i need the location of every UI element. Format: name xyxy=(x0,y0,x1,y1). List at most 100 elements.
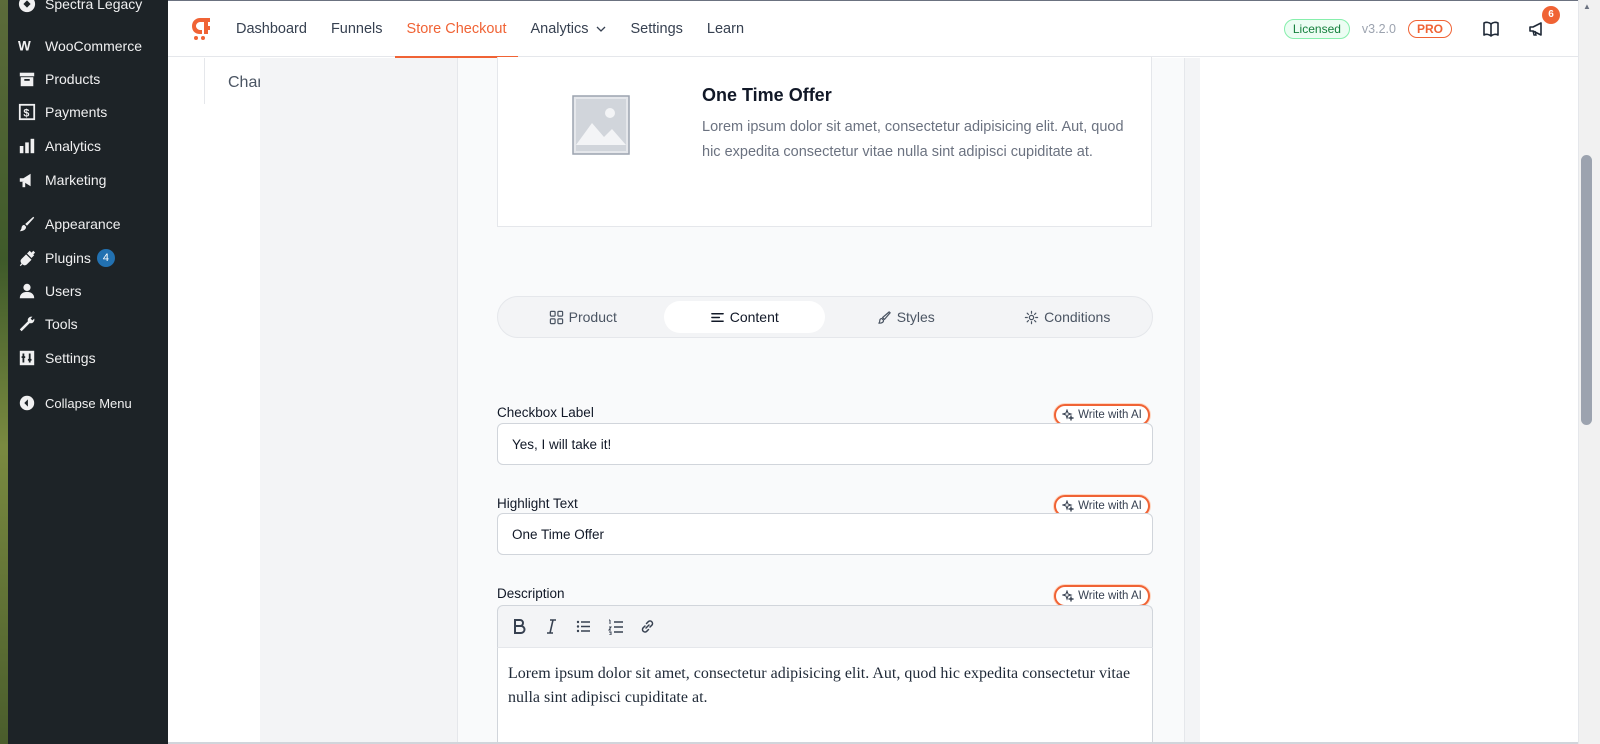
nav-analytics[interactable]: Analytics xyxy=(518,0,618,57)
wp-menu-appearance[interactable]: Appearance xyxy=(8,209,168,239)
tab-label: Styles xyxy=(896,309,935,325)
topbar-right: Licensed v3.2.0 PRO 6 xyxy=(1283,0,1560,57)
wp-admin-sidebar: Spectra Legacy W WooCommerce Products $ … xyxy=(8,0,168,744)
settings-icon xyxy=(17,348,37,368)
link-button[interactable] xyxy=(634,614,660,640)
italic-icon xyxy=(546,619,556,634)
wp-menu-payments[interactable]: $ Payments xyxy=(8,97,168,127)
numbered-list-icon xyxy=(607,619,623,635)
payments-icon: $ xyxy=(17,102,37,122)
chevron-down-icon xyxy=(596,26,605,32)
user-icon xyxy=(17,281,37,301)
bold-icon xyxy=(513,619,525,634)
ai-button-label: Write with AI xyxy=(1078,409,1142,421)
wp-menu-label: Products xyxy=(45,71,101,87)
tab-label: Product xyxy=(568,309,617,325)
settings-tabs: Product Content Styles Conditions xyxy=(497,296,1153,338)
svg-text:W: W xyxy=(18,39,31,54)
bar-chart-icon xyxy=(17,136,37,156)
app-topbar: Dashboard Funnels Store Checkout Analyti… xyxy=(168,0,1578,58)
tab-label: Content xyxy=(729,309,779,325)
ai-button-label: Write with AI xyxy=(1078,590,1142,602)
nav-funnels[interactable]: Funnels xyxy=(319,0,395,57)
version-text: v3.2.0 xyxy=(1361,21,1396,36)
nav-analytics-label: Analytics xyxy=(530,20,589,37)
docs-book-icon[interactable] xyxy=(1480,18,1502,40)
bullet-list-button[interactable] xyxy=(570,614,596,640)
tab-product[interactable]: Product xyxy=(502,301,664,333)
wrench-icon xyxy=(17,314,37,334)
highlight-text-field-label: Highlight Text xyxy=(497,496,578,511)
description-field-label: Description xyxy=(497,586,565,601)
wp-menu-products[interactable]: Products xyxy=(8,64,168,94)
offer-title: One Time Offer xyxy=(702,85,832,105)
align-left-icon xyxy=(710,312,724,322)
wp-menu-label: Payments xyxy=(45,104,108,120)
paintbrush-icon xyxy=(17,214,37,234)
scroll-up-arrow-icon[interactable]: ▲ xyxy=(1583,2,1591,11)
wp-menu-settings[interactable]: Settings xyxy=(8,343,168,373)
tab-conditions[interactable]: Conditions xyxy=(987,301,1149,333)
wp-menu-analytics[interactable]: Analytics xyxy=(8,131,168,161)
checkbox-label-input[interactable]: Yes, I will take it! xyxy=(497,423,1153,465)
wp-menu-marketing[interactable]: Marketing xyxy=(8,165,168,195)
image-placeholder-icon xyxy=(572,95,630,155)
nav-store-checkout[interactable]: Store Checkout xyxy=(394,0,519,58)
wp-menu-label: Users xyxy=(45,283,82,299)
nav-settings[interactable]: Settings xyxy=(619,0,695,57)
wp-menu-label: Appearance xyxy=(45,216,121,232)
bold-button[interactable] xyxy=(506,614,532,640)
rich-text-toolbar xyxy=(497,605,1153,647)
write-with-ai-button[interactable]: Write with AI xyxy=(1054,585,1150,607)
plugins-update-badge: 4 xyxy=(96,249,115,267)
wp-menu-label: Plugins xyxy=(45,250,91,266)
wp-menu-woocommerce[interactable]: W WooCommerce xyxy=(8,31,168,61)
sparkle-icon xyxy=(1062,590,1075,602)
bullet-list-icon xyxy=(576,620,590,633)
grid-icon xyxy=(549,310,563,324)
numbered-list-button[interactable] xyxy=(602,614,628,640)
wp-menu-users[interactable]: Users xyxy=(8,276,168,306)
description-editor[interactable]: Lorem ipsum dolor sit amet, consectetur … xyxy=(497,647,1153,744)
notification-count-badge: 6 xyxy=(1542,5,1560,24)
offer-preview-card: One Time Offer Lorem ipsum dolor sit ame… xyxy=(497,57,1152,227)
checkbox-label-field-label: Checkbox Label xyxy=(497,405,594,420)
wp-menu-tools[interactable]: Tools xyxy=(8,309,168,339)
pro-badge: PRO xyxy=(1407,19,1452,38)
desktop-edge-strip xyxy=(0,0,8,744)
wp-menu-label: Spectra Legacy xyxy=(45,0,143,12)
side-panel-divider xyxy=(204,58,205,104)
announcements-megaphone-icon[interactable]: 6 xyxy=(1526,5,1560,40)
page-scrollbar-thumb[interactable] xyxy=(1581,155,1592,425)
wp-menu-label: Tools xyxy=(45,316,78,332)
link-icon xyxy=(641,620,653,633)
licensed-badge: Licensed xyxy=(1283,18,1350,39)
cartflows-logo-icon[interactable] xyxy=(186,14,214,42)
wp-menu-spectra[interactable]: Spectra Legacy xyxy=(8,0,168,19)
main-nav: Dashboard Funnels Store Checkout Analyti… xyxy=(224,0,756,58)
gear-icon xyxy=(1024,310,1039,324)
nav-dashboard[interactable]: Dashboard xyxy=(224,0,319,57)
wp-menu-label: Marketing xyxy=(45,172,107,188)
spectra-icon xyxy=(17,0,37,14)
plugin-icon xyxy=(17,248,37,268)
wp-menu-plugins[interactable]: Plugins 4 xyxy=(8,243,168,273)
tab-styles[interactable]: Styles xyxy=(825,301,987,333)
sparkle-icon xyxy=(1062,409,1075,421)
archive-icon xyxy=(17,69,37,89)
tab-content[interactable]: Content xyxy=(663,301,825,333)
woocommerce-icon: W xyxy=(17,36,37,56)
tab-label: Conditions xyxy=(1044,309,1111,325)
offer-description: Lorem ipsum dolor sit amet, consectetur … xyxy=(702,119,1124,160)
brush-icon xyxy=(877,310,891,324)
nav-learn[interactable]: Learn xyxy=(695,0,756,57)
highlight-text-input[interactable]: One Time Offer xyxy=(497,513,1153,555)
wp-collapse-menu[interactable]: Collapse Menu xyxy=(8,388,168,418)
sparkle-icon xyxy=(1062,500,1075,512)
wp-menu-label: WooCommerce xyxy=(45,38,142,54)
collapse-icon xyxy=(17,393,37,413)
megaphone-icon xyxy=(17,170,37,190)
svg-text:$: $ xyxy=(23,108,29,120)
wp-menu-label: Analytics xyxy=(45,138,102,154)
italic-button[interactable] xyxy=(538,614,564,640)
